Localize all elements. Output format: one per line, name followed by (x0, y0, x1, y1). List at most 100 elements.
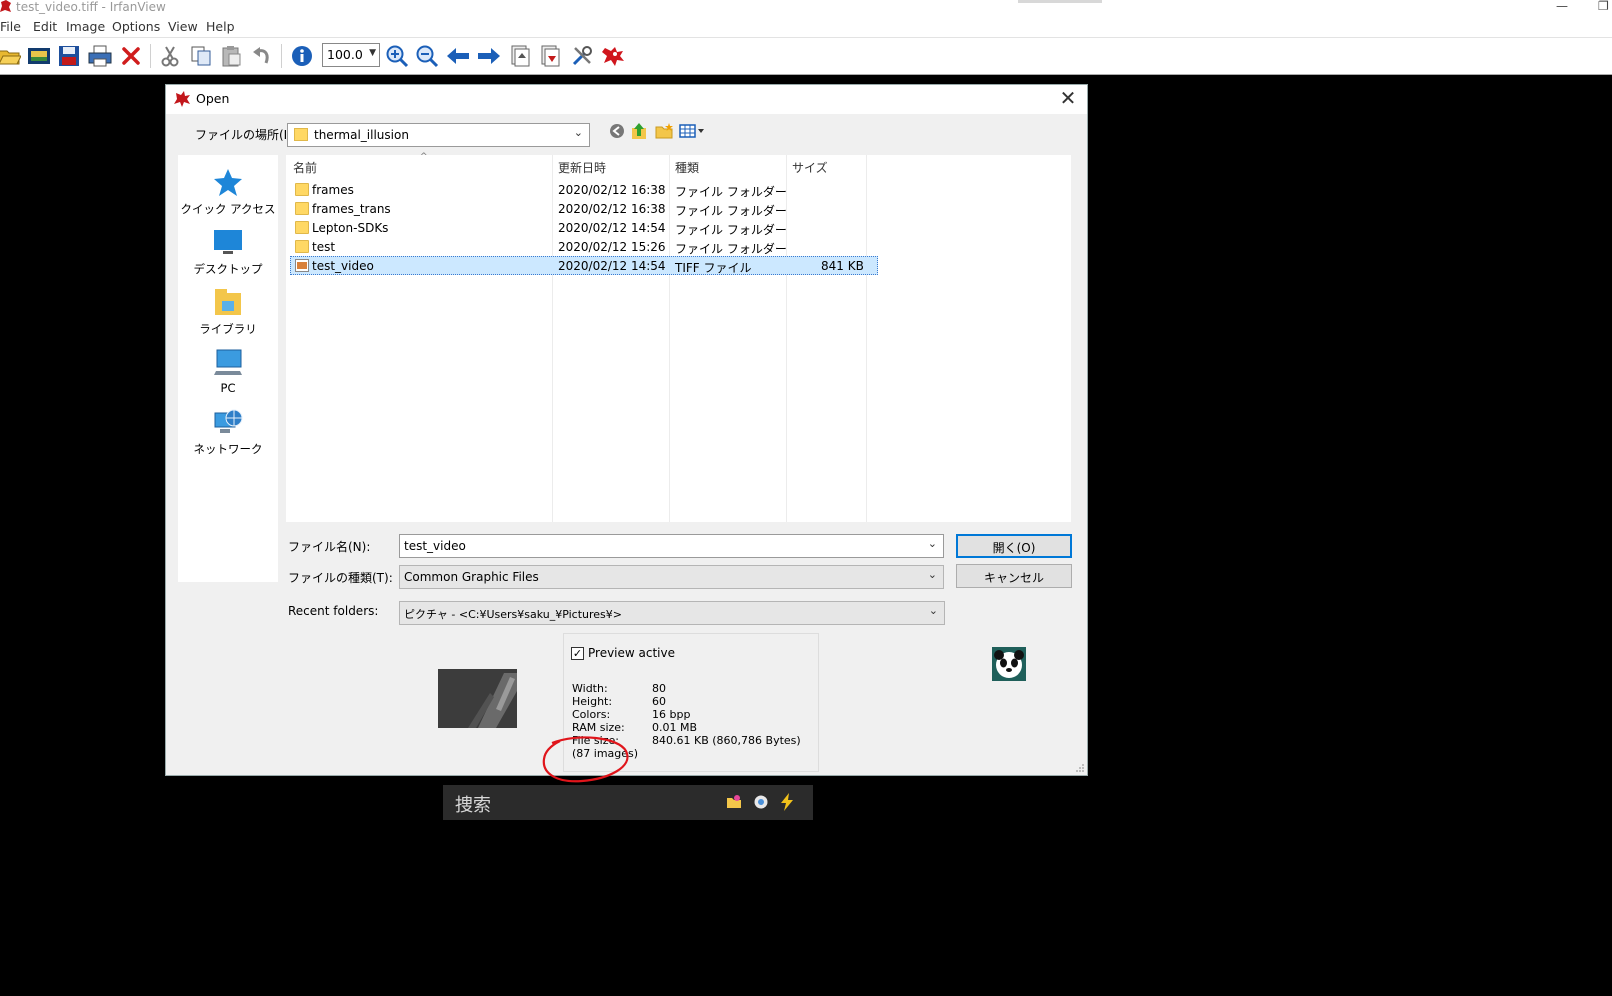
chevron-down-icon[interactable]: ⌄ (574, 126, 583, 139)
recent-folders-select[interactable]: ピクチャ - <C:¥Users¥saku_¥Pictures¥> ⌄ (399, 601, 945, 625)
place-quick-access[interactable]: クイック アクセス (178, 167, 278, 217)
file-row-frames[interactable]: frames 2020/02/12 16:38 ファイル フォルダー (290, 181, 878, 200)
cut-icon[interactable] (157, 43, 183, 69)
tab-strip (1018, 0, 1102, 3)
place-label: ライブラリ (199, 322, 257, 336)
delete-icon[interactable] (118, 43, 144, 69)
place-network[interactable]: ネットワーク (178, 407, 278, 457)
dialog-title: Open (196, 91, 230, 106)
file-name: Lepton-SDKs (312, 221, 389, 235)
chevron-down-icon[interactable]: ⌄ (928, 537, 937, 550)
folder-icon[interactable] (726, 794, 742, 810)
open-button[interactable]: 開く(O) (956, 534, 1072, 558)
last-page-icon[interactable] (537, 43, 563, 69)
info-height-label: Height: (572, 695, 613, 708)
zoom-out-icon[interactable] (414, 43, 440, 69)
folder-icon (295, 221, 309, 234)
irfanview-app-icon (0, 0, 11, 12)
chevron-down-icon[interactable]: ⌄ (929, 604, 938, 617)
open-folder-icon[interactable] (0, 43, 22, 69)
network-icon (214, 409, 243, 433)
column-header-date[interactable]: 更新日時 (558, 159, 606, 176)
chevron-down-icon[interactable]: ⌄ (928, 568, 937, 581)
file-row-test[interactable]: test 2020/02/12 15:26 ファイル フォルダー (290, 238, 878, 257)
settings-icon[interactable] (569, 43, 595, 69)
column-header-name[interactable]: 名前 (293, 159, 317, 176)
cancel-button[interactable]: キャンセル (956, 564, 1072, 588)
menu-file[interactable]: File (0, 19, 21, 34)
thumbnails-icon[interactable] (26, 43, 52, 69)
folder-icon (294, 128, 308, 141)
first-page-icon[interactable] (507, 43, 533, 69)
menu-options[interactable]: Options (112, 19, 160, 34)
toolbar-separator (150, 44, 151, 68)
menu-view[interactable]: View (168, 19, 198, 34)
window-title-bar: test_video.tiff - IrfanView — ❐ (0, 0, 1612, 16)
menu-image[interactable]: Image (66, 19, 105, 34)
file-row-lepton-sdks[interactable]: Lepton-SDKs 2020/02/12 14:54 ファイル フォルダー (290, 219, 878, 238)
star-icon (214, 169, 242, 196)
filetype-select[interactable]: Common Graphic Files ⌄ (399, 565, 944, 589)
file-date: 2020/02/12 16:38 (558, 202, 666, 216)
recent-folders-value: ピクチャ - <C:¥Users¥saku_¥Pictures¥> (404, 608, 623, 621)
filetype-label: ファイルの種類(T): (288, 571, 393, 585)
close-button[interactable]: ✕ (1057, 87, 1079, 109)
undo-icon[interactable] (248, 43, 274, 69)
filename-input[interactable]: test_video ⌄ (399, 534, 944, 558)
previous-icon[interactable] (445, 43, 471, 69)
desktop-icon (214, 230, 242, 254)
place-library[interactable]: ライブラリ (178, 287, 278, 337)
info-colors-value: 16 bpp (652, 708, 691, 721)
save-icon[interactable] (56, 43, 82, 69)
zoom-input[interactable]: 100.0 ▼ (322, 43, 380, 67)
paste-icon[interactable] (218, 43, 244, 69)
folder-icon (295, 183, 309, 196)
zoom-in-icon[interactable] (384, 43, 410, 69)
up-folder-icon[interactable] (631, 122, 647, 140)
column-header-size[interactable]: サイズ (792, 159, 828, 176)
file-date: 2020/02/12 16:38 (558, 183, 666, 197)
places-bar: クイック アクセス デスクトップ ライブラリ PC ネットワーク (178, 155, 278, 582)
next-icon[interactable] (476, 43, 502, 69)
look-in-combo[interactable]: thermal_illusion ⌄ (287, 123, 590, 147)
file-name: frames_trans (312, 202, 391, 216)
menu-help[interactable]: Help (206, 19, 235, 34)
file-name: frames (312, 183, 354, 197)
print-icon[interactable] (87, 43, 113, 69)
file-type: ファイル フォルダー (675, 242, 787, 256)
media-player-icon[interactable] (754, 795, 768, 809)
restore-button[interactable]: ❐ (1598, 0, 1609, 13)
minimize-button[interactable]: — (1556, 0, 1568, 13)
file-list[interactable]: ^ 名前 更新日時 種類 サイズ frames 2020/02/12 16:38… (286, 152, 1071, 522)
back-icon[interactable] (609, 123, 625, 139)
sort-ascending-icon: ^ (420, 152, 428, 162)
look-in-value: thermal_illusion (314, 128, 409, 142)
info-icon[interactable] (289, 43, 315, 69)
file-row-test-video[interactable]: test_video 2020/02/12 14:54 TIFF ファイル 84… (290, 256, 878, 275)
filename-value: test_video (404, 539, 466, 553)
info-colors-label: Colors: (572, 708, 611, 721)
info-filesize-value: 840.61 KB (860,786 Bytes) (652, 734, 801, 747)
lightning-icon[interactable] (780, 793, 794, 811)
column-header-type[interactable]: 種類 (675, 159, 699, 176)
menu-edit[interactable]: Edit (33, 19, 57, 34)
file-row-frames-trans[interactable]: frames_trans 2020/02/12 16:38 ファイル フォルダー (290, 200, 878, 219)
chevron-down-icon[interactable]: ▼ (369, 48, 376, 58)
place-pc[interactable]: PC (178, 347, 278, 395)
thermal-preview-image (438, 669, 517, 728)
place-desktop[interactable]: デスクトップ (178, 227, 278, 277)
irfanview-logo-icon[interactable] (600, 43, 626, 69)
info-ram-label: RAM size: (572, 721, 625, 734)
view-menu-icon[interactable] (679, 123, 705, 139)
zoom-value: 100.0 (327, 47, 363, 62)
place-label: クイック アクセス (180, 202, 276, 216)
taskbar-search-box[interactable]: 捜索 (443, 785, 813, 820)
menu-bar: File Edit Image Options View Help (0, 16, 1612, 38)
toolbar: 100.0 ▼ (0, 38, 1612, 75)
preview-active-label: Preview active (588, 646, 675, 660)
preview-active-checkbox[interactable]: ✓ (571, 647, 584, 660)
new-folder-icon[interactable] (655, 123, 673, 139)
copy-icon[interactable] (188, 43, 214, 69)
resize-grip-icon[interactable] (1075, 763, 1085, 773)
panda-logo-icon[interactable] (992, 647, 1026, 681)
